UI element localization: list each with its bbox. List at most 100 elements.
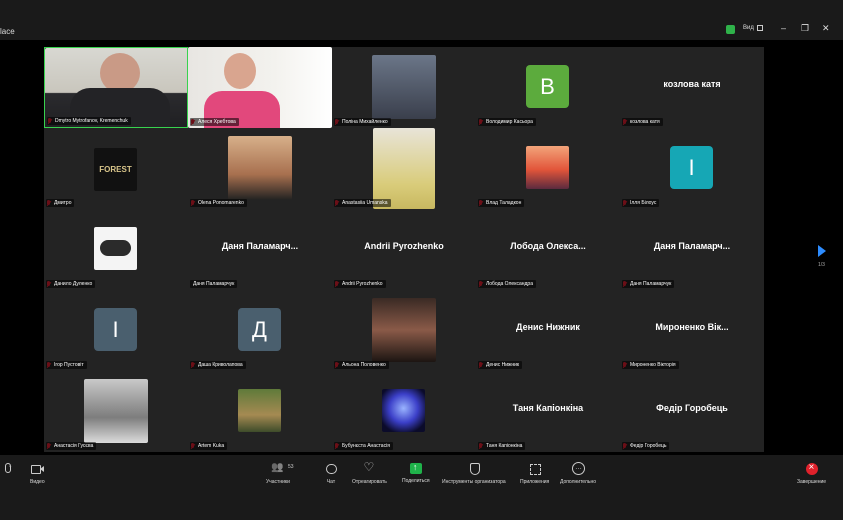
forest-logo-icon: FOREST [94,148,137,191]
participant-face [100,53,140,93]
participant-name: Artem Kuka [190,442,228,450]
participant-display-name: козлова катя [663,79,721,89]
meeting-toolbar: ^ Видео Участники 53 Чат Отреагировать П… [0,455,843,520]
next-page-arrow-icon[interactable] [818,245,826,257]
participant-initial: Д [238,308,281,351]
participant-tile[interactable]: Данило Дуленко [44,209,188,290]
participant-display-name: Даня Паламарч... [653,241,731,251]
participant-tile[interactable]: Даня Паламарч... Даня Паламарчук [188,209,332,290]
participant-tile[interactable]: Andrii Pyrozhenko Andrii Pyrozhenko [332,209,476,290]
chat-label: Чат [326,479,336,485]
window-titlebar: lace Вид – ❐ ✕ [0,0,843,40]
participant-name: Дмитро [46,199,75,207]
participant-tile[interactable]: І Ігор Пустовіт [44,290,188,371]
end-meeting-button[interactable]: Завершение [797,462,826,485]
participant-photo [373,128,435,209]
share-screen-button[interactable]: Поделиться [402,462,430,484]
participant-name: Володимир Касьора [478,118,536,126]
more-button[interactable]: Дополнительно [560,462,596,485]
close-button[interactable]: ✕ [822,23,830,34]
chat-icon [324,463,338,475]
participant-display-name: Andrii Pyrozhenko [364,241,444,251]
participant-tile[interactable]: FOREST Дмитро [44,128,188,209]
participant-tile[interactable]: В Володимир Касьора [476,47,620,128]
shield-icon [467,463,481,475]
more-icon [571,462,585,475]
participant-name: Мироненко Вікторія [622,361,679,369]
participant-initial: І [670,146,713,189]
maximize-button[interactable]: ❐ [801,23,809,34]
participant-display-name: Денис Нижник [516,322,580,332]
share-screen-icon [409,462,422,474]
participant-name: Dmytro Mytrofanov, Kremenchuk [47,117,131,125]
window-title: lace [0,27,15,36]
gallery-view: Dmytro Mytrofanov, Kremenchuk Алеся Хреб… [44,47,764,452]
participant-initial: В [526,65,569,108]
participant-tile[interactable]: Д Даша Криволапова [188,290,332,371]
participant-tile[interactable]: Бубунєста Анастасія [332,371,476,452]
participants-count: 53 [288,464,294,470]
participants-icon [271,463,285,475]
share-label: Поделиться [402,478,430,484]
participant-tile[interactable]: Алеся Хребтова [188,47,332,128]
participant-display-name: Таня Капіонкіна [512,403,584,413]
participant-photo [372,55,436,119]
participant-name: Andrii Pyrozhenko [334,280,386,288]
end-call-icon [805,462,818,475]
apps-button[interactable]: Приложения [520,463,549,485]
react-button[interactable]: Отреагировать [352,460,387,485]
participants-button[interactable]: Участники [266,463,290,485]
participant-tile[interactable]: Olena Ponomarenko [188,128,332,209]
participant-name: Даня Паламарчук [622,280,675,288]
participant-name: Ілля Білоус [622,199,660,207]
apps-icon [528,463,542,475]
view-button[interactable]: Вид [743,25,763,31]
participant-name: Таня Капіонкіна [478,442,526,450]
audio-options-chevron[interactable]: ^ [9,465,11,471]
view-label: Вид [743,25,754,31]
participant-name: Данило Дуленко [46,280,96,288]
participant-tile[interactable]: Анастасія Гусєва [44,371,188,452]
participant-tile[interactable]: Artem Kuka [188,371,332,452]
participant-tile[interactable]: козлова катя козлова катя [620,47,764,128]
shield-icon[interactable] [726,25,735,34]
mic-icon [0,463,14,475]
grid-icon [756,25,763,31]
participant-tile[interactable]: Федір Горобець Федір Горобець [620,371,764,452]
camera-icon [30,463,45,475]
host-tools-button[interactable]: Инструменты организатора [442,463,506,485]
participant-photo [382,389,425,432]
participant-name: Влад Таладкон [478,199,525,207]
participant-tile[interactable]: Влад Таладкон [476,128,620,209]
participant-name: Лобода Олександра [478,280,536,288]
participant-tile[interactable]: Мироненко Вік... Мироненко Вікторія [620,290,764,371]
participant-name: Альона Половенко [334,361,389,369]
participant-name: Поліна Михайленко [334,118,391,126]
page-indicator: 1/3 [818,262,825,268]
participant-display-name: Мироненко Вік... [655,322,729,332]
participant-name: Бубунєста Анастасія [334,442,393,450]
participant-tile[interactable]: Поліна Михайленко [332,47,476,128]
participant-photo [372,298,436,362]
participant-tile[interactable]: Альона Половенко [332,290,476,371]
participant-tile[interactable]: Таня Капіонкіна Таня Капіонкіна [476,371,620,452]
participant-display-name: Лобода Олекса... [510,241,586,251]
gamepad-icon [100,240,131,256]
participant-tile[interactable]: І Ілля Білоус [620,128,764,209]
participant-tile[interactable]: Денис Нижник Денис Нижник [476,290,620,371]
heart-icon [362,460,376,475]
participant-tile[interactable]: Лобода Олекса... Лобода Олександра [476,209,620,290]
participant-photo [228,136,292,200]
participant-name: Даня Паламарчук [190,280,238,288]
participant-initial: І [94,308,137,351]
participant-name: Даша Криволапова [190,361,246,369]
video-button[interactable]: Видео [30,463,45,485]
minimize-button[interactable]: – [781,23,786,33]
participant-tile[interactable]: Dmytro Mytrofanov, Kremenchuk [44,47,188,128]
apps-label: Приложения [520,479,550,485]
chat-button[interactable]: Чат [324,463,338,485]
audio-button[interactable] [0,463,14,479]
participant-tile[interactable]: Даня Паламарч... Даня Паламарчук [620,209,764,290]
participant-name: Anastasiia Umanska [334,199,391,207]
participant-tile[interactable]: Anastasiia Umanska [332,128,476,209]
